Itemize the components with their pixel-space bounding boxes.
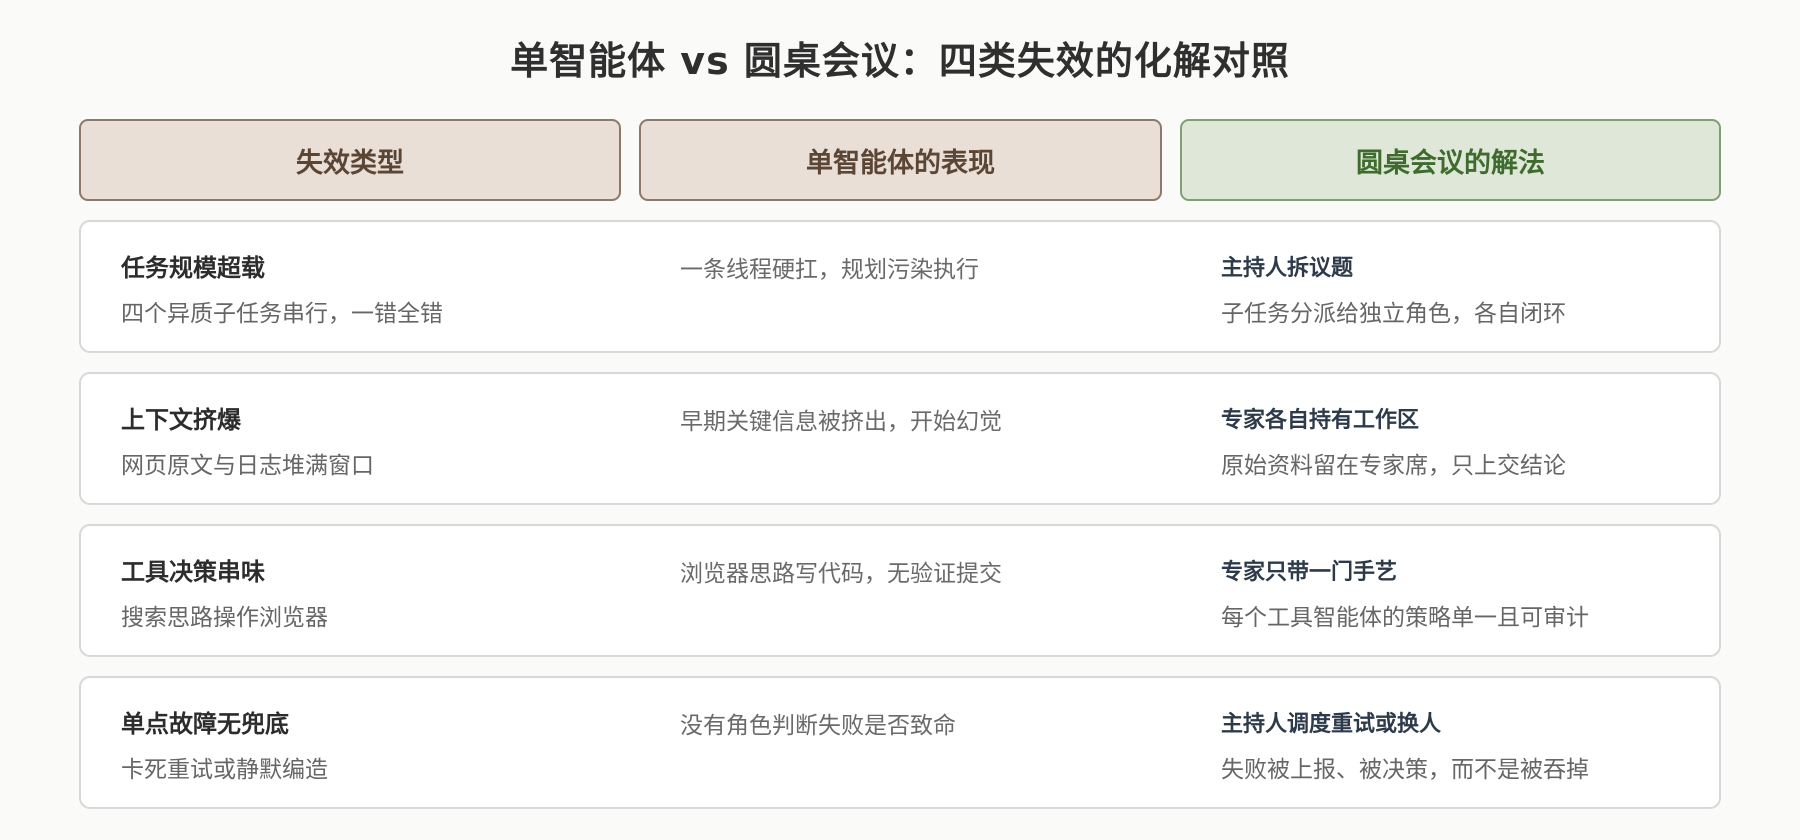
single-agent-text: 早期关键信息被挤出，开始幻觉	[680, 409, 1002, 435]
failure-desc: 卡死重试或静默编造	[121, 757, 328, 783]
table-row: 任务规模超载 四个异质子任务串行，一错全错 一条线程硬扛，规划污染执行 主持人拆…	[79, 220, 1721, 353]
single-agent-text: 没有角色判断失败是否致命	[680, 713, 956, 739]
solution-cell: 主持人拆议题 子任务分派给独立角色，各自闭环	[1221, 222, 1701, 351]
failure-title: 单点故障无兜底	[121, 710, 289, 738]
single-agent-text: 一条线程硬扛，规划污染执行	[680, 257, 979, 283]
failure-title: 任务规模超载	[121, 254, 265, 282]
solution-title: 专家各自持有工作区	[1221, 408, 1420, 433]
solution-desc: 子任务分派给独立角色，各自闭环	[1221, 301, 1566, 327]
failure-cell: 单点故障无兜底 卡死重试或静默编造	[121, 678, 621, 807]
failure-desc: 网页原文与日志堆满窗口	[121, 453, 374, 479]
header-roundtable-solution: 圆桌会议的解法	[1180, 119, 1721, 201]
solution-desc: 每个工具智能体的策略单一且可审计	[1221, 605, 1589, 631]
table-row: 单点故障无兜底 卡死重试或静默编造 没有角色判断失败是否致命 主持人调度重试或换…	[79, 676, 1721, 809]
header-failure-type: 失效类型	[79, 119, 621, 201]
single-agent-cell: 没有角色判断失败是否致命	[680, 678, 1180, 807]
solution-cell: 主持人调度重试或换人 失败被上报、被决策，而不是被吞掉	[1221, 678, 1701, 807]
solution-title: 主持人拆议题	[1221, 256, 1354, 281]
solution-cell: 专家只带一门手艺 每个工具智能体的策略单一且可审计	[1221, 526, 1701, 655]
failure-cell: 工具决策串味 搜索思路操作浏览器	[121, 526, 621, 655]
single-agent-cell: 浏览器思路写代码，无验证提交	[680, 526, 1180, 655]
page-title: 单智能体 vs 圆桌会议：四类失效的化解对照	[510, 39, 1290, 83]
solution-desc: 失败被上报、被决策，而不是被吞掉	[1221, 757, 1589, 783]
failure-cell: 上下文挤爆 网页原文与日志堆满窗口	[121, 374, 621, 503]
failure-desc: 搜索思路操作浏览器	[121, 605, 328, 631]
single-agent-text: 浏览器思路写代码，无验证提交	[680, 561, 1002, 587]
solution-cell: 专家各自持有工作区 原始资料留在专家席，只上交结论	[1221, 374, 1701, 503]
failure-cell: 任务规模超载 四个异质子任务串行，一错全错	[121, 222, 621, 351]
comparison-diagram: 单智能体 vs 圆桌会议：四类失效的化解对照 失效类型 单智能体的表现 圆桌会议…	[0, 0, 1800, 840]
table-row: 工具决策串味 搜索思路操作浏览器 浏览器思路写代码，无验证提交 专家只带一门手艺…	[79, 524, 1721, 657]
solution-desc: 原始资料留在专家席，只上交结论	[1221, 453, 1566, 479]
failure-title: 工具决策串味	[121, 558, 265, 586]
single-agent-cell: 一条线程硬扛，规划污染执行	[680, 222, 1180, 351]
solution-title: 专家只带一门手艺	[1221, 560, 1398, 585]
single-agent-cell: 早期关键信息被挤出，开始幻觉	[680, 374, 1180, 503]
solution-title: 主持人调度重试或换人	[1221, 712, 1442, 737]
table-row: 上下文挤爆 网页原文与日志堆满窗口 早期关键信息被挤出，开始幻觉 专家各自持有工…	[79, 372, 1721, 505]
failure-title: 上下文挤爆	[121, 406, 241, 434]
failure-desc: 四个异质子任务串行，一错全错	[121, 301, 443, 327]
header-single-agent: 单智能体的表现	[639, 119, 1162, 201]
